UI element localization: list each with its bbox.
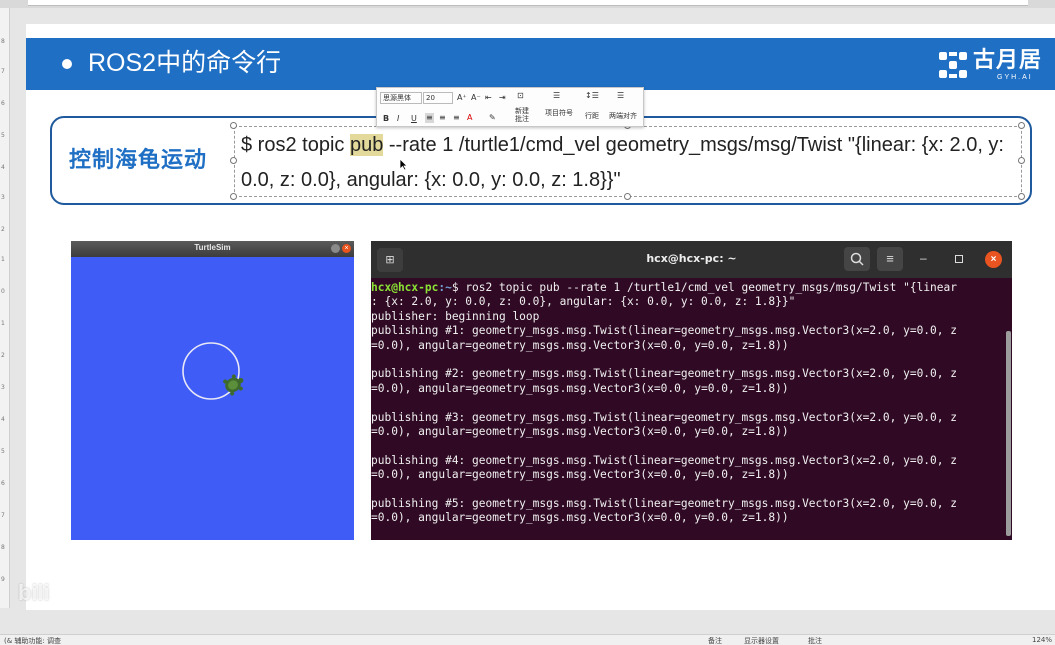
prompt-path: :~ [438,281,452,294]
video-watermark: bili [18,580,50,605]
new-comment-icon[interactable]: ⊡ [517,91,524,101]
terminal-output-line: : {x: 2.0, y: 0.0, z: 0.0}, angular: {x:… [371,295,796,309]
maximize-button[interactable] [955,255,963,263]
format-painter-icon[interactable]: ✎ [489,113,496,123]
terminal-title: hcx@hcx-pc: ~ [646,252,737,265]
turtle-icon [223,374,244,396]
search-button[interactable] [844,247,870,271]
status-bar: (& 辅助功能: 调查 备注 显示器设置 批注 124% [0,634,1055,645]
notes-button[interactable]: 备注 [708,636,722,645]
resize-handle[interactable] [230,157,237,164]
terminal-titlebar[interactable]: ⊞ hcx@hcx-pc: ~ ≡ – × [371,241,1012,278]
minimize-button[interactable] [331,244,340,253]
command-label[interactable]: 控制海龟运动 [69,142,207,174]
terminal-output-line: =0.0), angular=geometry_msgs.msg.Vector3… [371,468,789,482]
accessibility-status[interactable]: (& 辅助功能: 调查 [4,636,61,645]
prompt-user: hcx@hcx-pc [371,281,439,294]
logo-mark-icon [939,52,967,78]
close-button[interactable]: × [342,244,351,253]
terminal-output-line: publisher: beginning loop [371,309,540,323]
resize-handle[interactable] [230,122,237,129]
line-spacing-button[interactable]: 行距 [581,112,603,120]
terminal-output-line: =0.0), angular=geometry_msgs.msg.Vector3… [371,511,789,525]
search-icon [850,252,864,266]
display-settings-button[interactable]: 显示器设置 [744,636,779,645]
selected-text: pub [349,134,384,156]
bullet-dot [62,59,72,69]
close-button[interactable]: × [985,251,1002,268]
terminal-window[interactable]: ⊞ hcx@hcx-pc: ~ ≡ – × hcx@hcx-pc:~$ ros2… [371,241,1012,540]
logo: 古月居 GYH.AI [937,46,1045,84]
terminal-output-line: publishing #4: geometry_msgs.msg.Twist(l… [371,453,957,467]
turtle-canvas [182,342,244,400]
terminal-output-line: =0.0), angular=geometry_msgs.msg.Vector3… [371,381,789,395]
font-select[interactable]: 思源黑体 [380,92,422,104]
zoom-level[interactable]: 124% [1032,636,1052,644]
bold-icon[interactable]: B [383,114,389,124]
align-left-icon[interactable]: ≡ [425,113,434,123]
font-color-icon[interactable]: A [467,113,472,123]
terminal-output-line: publishing #1: geometry_msgs.msg.Twist(l… [371,324,957,338]
resize-handle[interactable] [230,193,237,200]
terminal-output-line: =0.0), angular=geometry_msgs.msg.Vector3… [371,338,789,352]
align-center-icon[interactable]: ≡ [439,113,446,123]
bullets-button[interactable]: 项目符号 [545,109,573,117]
line-spacing-icon[interactable]: ↕☰ [585,91,599,101]
command-text: $ ros2 topic pub --rate 1 /turtle1/cmd_v… [451,281,958,294]
mini-format-toolbar: 思源黑体 20 A⁺ A⁻ ⇤ ⇥ B I U ≡ ≡ ≡ A ✎ ⊡ 新建批注… [376,87,644,127]
turtlesim-title: TurtleSim [194,243,231,252]
align-right-icon[interactable]: ≡ [453,113,460,123]
shrink-font-icon[interactable]: A⁻ [471,93,481,103]
bullets-icon[interactable]: ☰ [553,91,560,101]
turtlesim-titlebar[interactable]: TurtleSim × [71,241,354,257]
title-banner: ROS2中的命令行 古月居 GYH.AI [26,38,1055,90]
underline-icon[interactable]: U [411,114,417,124]
justify-icon[interactable]: ☰ [617,91,624,101]
decrease-indent-icon[interactable]: ⇤ [485,93,492,103]
logo-text: 古月居 [973,47,1043,72]
terminal-output-line: =0.0), angular=geometry_msgs.msg.Vector3… [371,424,789,438]
vertical-ruler: 8 7 6 5 4 3 2 1 0 1 2 3 4 5 6 7 8 9 [0,8,10,608]
terminal-output-line: publishing #2: geometry_msgs.msg.Twist(l… [371,367,957,381]
horizontal-ruler [0,0,1055,8]
minimize-button[interactable]: – [920,250,927,266]
comments-button[interactable]: 批注 [808,636,822,645]
new-comment-button[interactable]: 新建批注 [513,107,531,123]
scrollbar[interactable] [1006,331,1011,536]
command-text-before: $ ros2 topic [241,134,350,156]
terminal-output-line: publishing #3: geometry_msgs.msg.Twist(l… [371,410,957,424]
logo-subtext: GYH.AI [997,74,1033,81]
slide-title[interactable]: ROS2中的命令行 [88,47,281,79]
turtlesim-window[interactable]: TurtleSim × [71,241,354,540]
grow-font-icon[interactable]: A⁺ [457,93,467,103]
terminal-output[interactable]: hcx@hcx-pc:~$ ros2 topic pub --rate 1 /t… [371,281,1005,539]
italic-icon[interactable]: I [397,114,399,124]
command-text[interactable]: $ ros2 topic pub --rate 1 /turtle1/cmd_v… [241,128,1026,198]
increase-indent-icon[interactable]: ⇥ [499,93,506,103]
terminal-command-line: hcx@hcx-pc:~$ ros2 topic pub --rate 1 /t… [371,281,1005,295]
presentation-editor: 8 7 6 5 4 3 2 1 0 1 2 3 4 5 6 7 8 9 ROS2… [0,0,1055,645]
font-size-select[interactable]: 20 [423,92,453,104]
command-box: 控制海龟运动 $ ros2 topic pub --rate 1 /turtle… [50,116,1032,205]
justify-button[interactable]: 两端对齐 [605,112,641,120]
hamburger-menu-icon[interactable]: ≡ [877,247,903,271]
terminal-output-line: publishing #5: geometry_msgs.msg.Twist(l… [371,496,957,510]
mouse-pointer-icon [399,158,408,171]
